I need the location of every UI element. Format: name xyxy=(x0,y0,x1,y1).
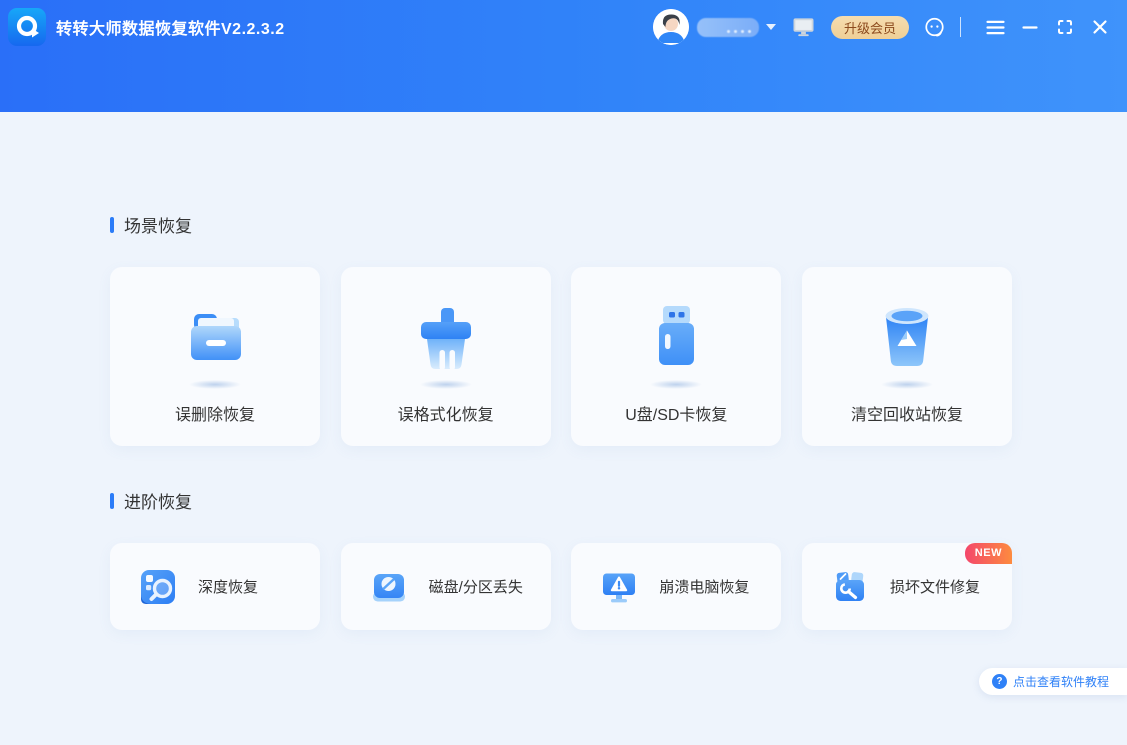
card-damaged-file-repair[interactable]: NEW 损坏文件修复 xyxy=(801,543,1012,630)
app-title: 转转大师数据恢复软件V2.2.3.2 xyxy=(56,21,285,38)
icon-shadow xyxy=(189,380,241,389)
tutorial-label: 点击查看软件教程 xyxy=(1012,675,1109,689)
titlebar-divider xyxy=(960,17,961,37)
disk-partition-icon xyxy=(372,573,405,601)
card-label: 崩溃电脑恢复 xyxy=(659,579,750,596)
maximize-button[interactable] xyxy=(1052,14,1078,40)
card-label: 损坏文件修复 xyxy=(889,579,980,596)
monitor-icon[interactable] xyxy=(792,17,815,37)
crashed-pc-icon xyxy=(603,573,636,602)
help-icon: ? xyxy=(991,674,1007,689)
card-disk-partition-lost[interactable]: 磁盘/分区丢失 xyxy=(340,543,551,630)
customer-service-icon[interactable] xyxy=(923,16,946,39)
close-button[interactable] xyxy=(1087,14,1113,40)
folder-icon xyxy=(191,314,241,360)
section-accent-bar xyxy=(110,492,114,509)
usb-drive-icon xyxy=(659,306,695,365)
app-window: 转转大师数据恢复软件V2.2.3.2 升级会员 场景恢复 误删除恢复 误格式化恢… xyxy=(0,0,1127,745)
deep-scan-icon xyxy=(141,569,175,604)
card-usb-sd-recovery[interactable]: U盘/SD卡恢复 xyxy=(571,267,782,446)
header-banner: 转转大师数据恢复软件V2.2.3.2 升级会员 xyxy=(0,0,1127,112)
card-label: 磁盘/分区丢失 xyxy=(428,579,523,596)
titlebar: 转转大师数据恢复软件V2.2.3.2 升级会员 xyxy=(0,0,1127,54)
scene-recovery-cards: 误删除恢复 误格式化恢复 U盘/SD卡恢复 清空回收站恢复 xyxy=(110,267,1012,446)
app-logo-icon xyxy=(8,8,46,46)
card-formatted-recovery[interactable]: 误格式化恢复 xyxy=(340,267,551,446)
icon-shadow xyxy=(650,380,703,389)
card-label: U盘/SD卡恢复 xyxy=(625,407,728,424)
card-label: 深度恢复 xyxy=(198,579,259,596)
card-label: 误删除恢复 xyxy=(174,407,255,424)
menu-icon[interactable] xyxy=(982,14,1008,40)
chevron-down-icon[interactable] xyxy=(765,24,776,30)
card-label: 误格式化恢复 xyxy=(397,407,494,424)
upgrade-member-button[interactable]: 升级会员 xyxy=(830,15,909,39)
user-avatar[interactable] xyxy=(652,9,689,45)
advanced-recovery-cards: 深度恢复 磁盘/分区丢失 崩溃电脑恢复 NEW 损坏文件修复 xyxy=(110,543,1012,630)
username-redacted[interactable] xyxy=(696,17,759,37)
recycle-bin-icon xyxy=(885,308,929,366)
card-crashed-pc-recovery[interactable]: 崩溃电脑恢复 xyxy=(571,543,782,630)
username-dots xyxy=(726,29,751,33)
section-title-scene-recovery: 场景恢复 xyxy=(110,212,1012,237)
card-label: 清空回收站恢复 xyxy=(850,407,963,424)
card-recycle-bin-recovery[interactable]: 清空回收站恢复 xyxy=(801,267,1012,446)
icon-shadow xyxy=(880,380,933,389)
card-deep-recovery[interactable]: 深度恢复 xyxy=(110,543,320,630)
minimize-button[interactable] xyxy=(1017,14,1043,40)
section-accent-bar xyxy=(110,216,114,233)
main-area: 场景恢复 误删除恢复 误格式化恢复 U盘/SD卡恢复 清空回收站恢复 进阶恢复 … xyxy=(0,112,1127,630)
section-title-advanced-recovery: 进阶恢复 xyxy=(110,488,1012,513)
file-repair-icon xyxy=(835,571,864,601)
brush-icon xyxy=(420,308,471,370)
new-badge: NEW xyxy=(964,543,1012,564)
icon-shadow xyxy=(419,380,472,389)
tutorial-button[interactable]: ? 点击查看软件教程 xyxy=(978,668,1127,695)
card-deleted-file-recovery[interactable]: 误删除恢复 xyxy=(110,267,320,446)
